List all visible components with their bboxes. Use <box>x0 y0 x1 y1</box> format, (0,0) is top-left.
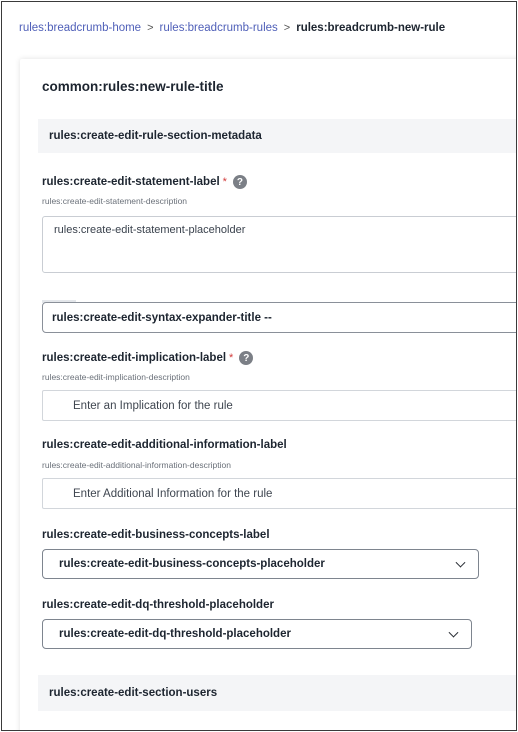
section-metadata-header: rules:create-edit-rule-section-metadata <box>38 119 516 153</box>
app-frame: rules:breadcrumb-home > rules:breadcrumb… <box>1 1 517 731</box>
breadcrumb-current: rules:breadcrumb-new-rule <box>296 22 446 34</box>
question-circle-icon[interactable]: ? <box>239 351 254 365</box>
rule-form-card: common:rules:new-rule-title rules:create… <box>20 59 516 730</box>
additional-information-placeholder: Enter Additional Information for the rul… <box>73 487 273 500</box>
business-concepts-select[interactable]: rules:create-edit-business-concepts-plac… <box>42 549 479 579</box>
breadcrumb: rules:breadcrumb-home > rules:breadcrumb… <box>19 22 445 34</box>
statement-placeholder: rules:create-edit-statement-placeholder <box>54 224 246 236</box>
breadcrumb-separator: > <box>283 22 291 34</box>
required-marker: * <box>222 176 227 188</box>
business-concepts-selected: rules:create-edit-business-concepts-plac… <box>59 558 325 570</box>
dq-threshold-select[interactable]: rules:create-edit-dq-threshold-placehold… <box>42 619 472 649</box>
dq-threshold-selected: rules:create-edit-dq-threshold-placehold… <box>59 628 291 640</box>
statement-description: rules:create-edit-statement-description <box>42 196 188 206</box>
chevron-down-icon <box>448 627 459 638</box>
question-circle-icon[interactable]: ? <box>232 175 247 189</box>
page-title: common:rules:new-rule-title <box>42 79 224 94</box>
required-marker: * <box>229 352 234 364</box>
statement-textarea[interactable]: rules:create-edit-statement-placeholder <box>42 216 516 273</box>
implication-label: rules:create-edit-implication-label * ? <box>42 351 254 365</box>
section-users-header: rules:create-edit-section-users <box>38 675 516 711</box>
implication-placeholder: Enter an Implication for the rule <box>73 399 233 412</box>
additional-information-label: rules:create-edit-additional-information… <box>42 439 287 451</box>
breadcrumb-home-link[interactable]: rules:breadcrumb-home <box>19 22 141 34</box>
syntax-expander-title: rules:create-edit-syntax-expander-title … <box>52 311 272 324</box>
additional-information-description: rules:create-edit-additional-information… <box>42 460 231 470</box>
statement-label: rules:create-edit-statement-label * ? <box>42 175 247 189</box>
chevron-down-icon <box>455 557 466 568</box>
implication-description: rules:create-edit-implication-descriptio… <box>42 372 190 382</box>
business-concepts-label: rules:create-edit-business-concepts-labe… <box>42 529 270 541</box>
implication-label-text: rules:create-edit-implication-label <box>42 352 227 364</box>
syntax-expander[interactable]: rules:create-edit-syntax-expander-title … <box>42 302 516 333</box>
implication-input[interactable]: Enter an Implication for the rule <box>42 390 516 421</box>
dq-threshold-label: rules:create-edit-dq-threshold-placehold… <box>42 599 274 611</box>
breadcrumb-separator: > <box>147 22 154 34</box>
statement-label-text: rules:create-edit-statement-label <box>42 176 220 188</box>
breadcrumb-rules-link[interactable]: rules:breadcrumb-rules <box>160 22 278 34</box>
additional-information-input[interactable]: Enter Additional Information for the rul… <box>42 478 516 509</box>
